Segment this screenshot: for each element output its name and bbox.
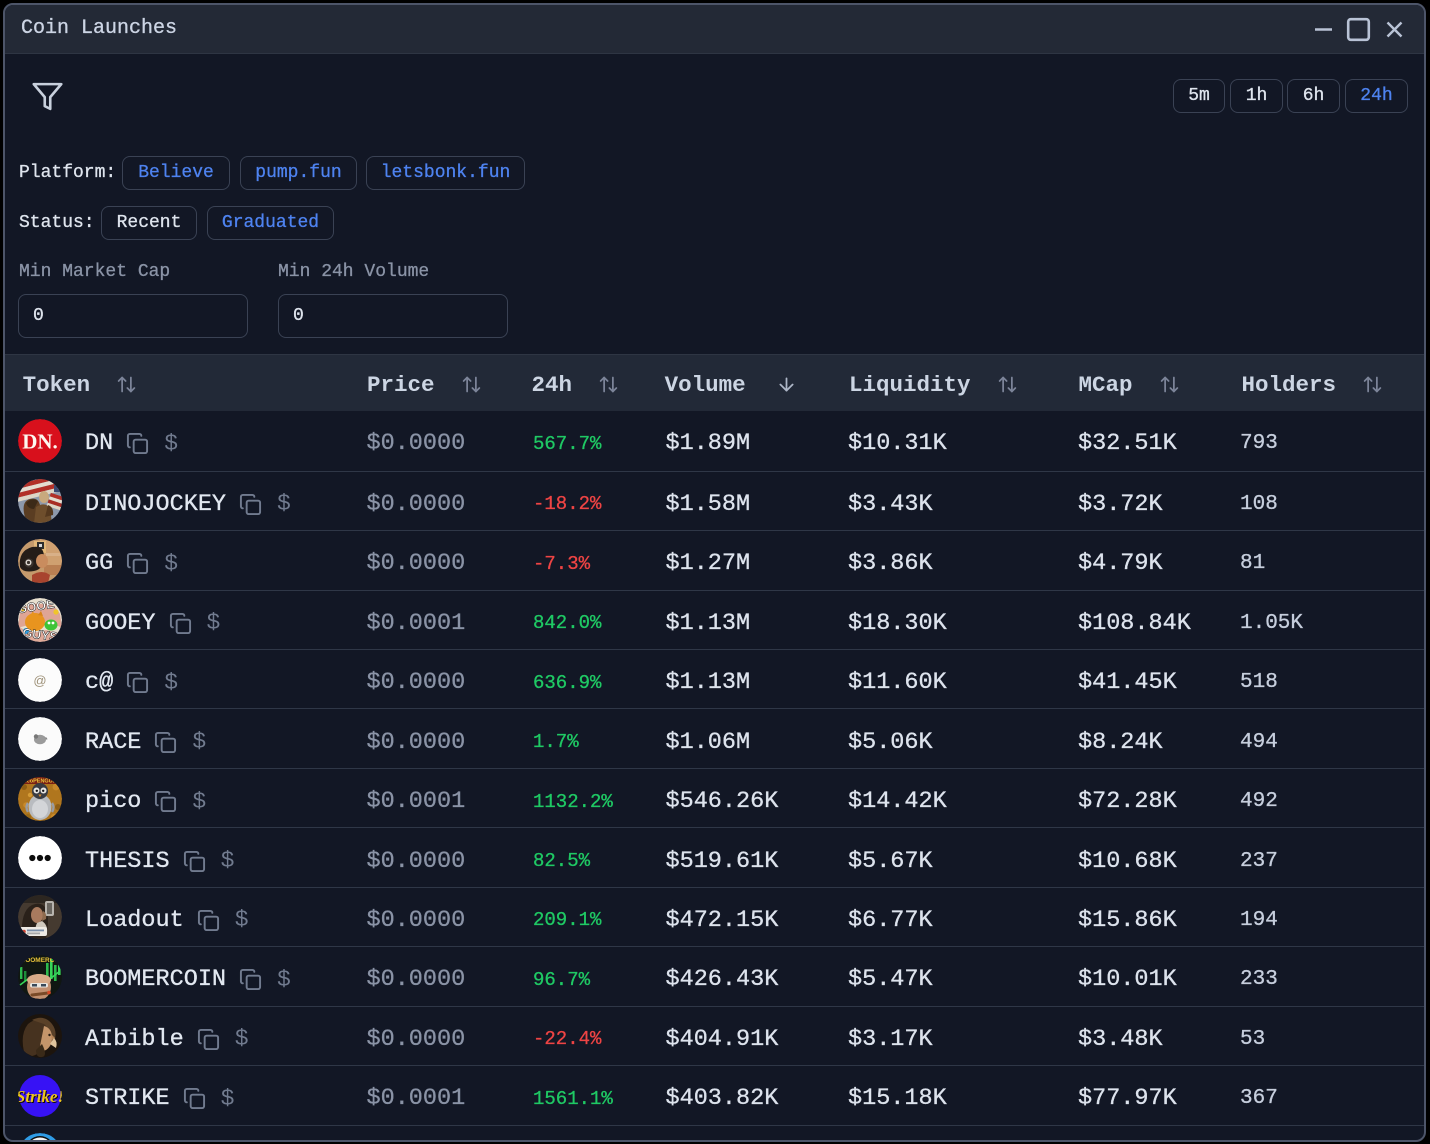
svg-text:BOOMERCO: BOOMERCO — [21, 957, 60, 964]
svg-text:Strike!: Strike! — [18, 1087, 62, 1106]
svg-text:@: @ — [33, 673, 46, 688]
svg-text:DN.: DN. — [22, 429, 58, 453]
